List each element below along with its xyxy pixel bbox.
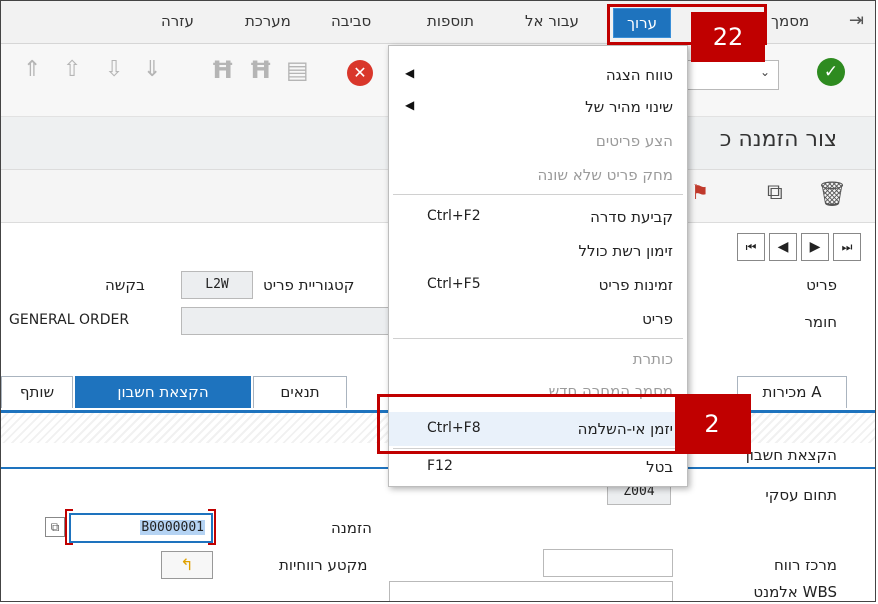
menu-item-delete-unchanged: מחק פריט שלא שונה — [389, 160, 687, 190]
menu-item-availability[interactable]: Ctrl+F5 זמינות פריט — [389, 270, 687, 300]
submenu-arrow-icon: ◀ — [405, 98, 415, 112]
menu-item-label: מחק פריט שלא שונה — [537, 166, 673, 184]
order-field-bracket-right — [208, 509, 216, 545]
menu-item-total-network[interactable]: זימון רשת כולל — [389, 236, 687, 266]
submenu-arrow-icon: ◀ — [405, 66, 415, 80]
business-area-label: תחום עסקי — [765, 486, 837, 504]
order-field-bracket-left — [65, 509, 73, 545]
chevron-down-icon[interactable]: ⌄ — [760, 65, 770, 79]
account-assignment-section-title: הקצאת חשבון — [745, 446, 837, 464]
last-page-icon[interactable]: ⇓ — [143, 57, 161, 82]
menu-item-item[interactable]: פריט — [389, 304, 687, 334]
menu-item-label: זמינות פריט — [598, 276, 673, 294]
profit-center-field[interactable] — [543, 549, 673, 577]
item-category-field[interactable]: L2W — [181, 271, 253, 299]
menu-item-label: כותרת — [632, 350, 673, 368]
previous-page-icon[interactable]: ⇧ — [63, 57, 81, 82]
cancel-icon[interactable]: ✕ — [347, 60, 373, 86]
item-label: פריט — [806, 276, 837, 294]
material-description-field[interactable] — [181, 307, 391, 335]
menu-environment[interactable]: סביבה — [331, 12, 371, 30]
menu-item-cancel[interactable]: F12 בטל — [389, 452, 687, 482]
order-value: B0000001 — [140, 520, 205, 535]
exit-icon[interactable]: ⇥ — [849, 10, 864, 31]
menu-item-label: זימון רשת כולל — [578, 242, 673, 260]
menu-shortcut: Ctrl+F5 — [427, 276, 481, 292]
general-order-text: GENERAL ORDER — [9, 312, 130, 328]
next-item-icon[interactable]: ▶ — [801, 233, 829, 261]
request-label: בקשה — [105, 276, 145, 294]
command-field[interactable]: ⌄ — [687, 60, 779, 90]
menu-item-quick-change[interactable]: ◀ שינוי מהיר של — [389, 92, 687, 122]
find-next-icon[interactable]: Ħ — [249, 56, 272, 84]
item-navigation: ⏮ ◀ ▶ ⏭ — [737, 233, 861, 263]
wbs-label: אלמנט WBS — [753, 583, 837, 601]
menu-system[interactable]: מערכת — [245, 12, 291, 30]
material-label: חומר — [804, 313, 837, 331]
wbs-field[interactable] — [389, 581, 673, 601]
menu-item-header: כותרת — [389, 344, 687, 374]
order-field[interactable]: B0000001 — [69, 513, 213, 543]
menu-item-label: טווח הצגה — [605, 66, 673, 84]
menu-document[interactable]: מסמך — [771, 12, 809, 30]
copy-icon[interactable]: ⧉ — [767, 180, 783, 205]
menu-item-label: שינוי מהיר של — [585, 98, 673, 116]
partner-icon[interactable]: ⚑ — [691, 180, 709, 204]
menu-shortcut: Ctrl+F2 — [427, 208, 481, 224]
confirm-icon[interactable]: ✓ — [817, 58, 845, 86]
menu-shortcut: F12 — [427, 458, 453, 474]
menu-goto[interactable]: עבור אל — [525, 12, 579, 30]
callout-badge-menu-step: 22 — [691, 12, 765, 62]
first-item-icon[interactable]: ⏮ — [737, 233, 765, 261]
tab-account-assignment[interactable]: הקצאת חשבון — [75, 376, 251, 408]
profit-segment-icon[interactable]: ↰ — [161, 551, 213, 579]
print-icon[interactable]: ▤ — [286, 56, 309, 84]
tab-partner[interactable]: שותף — [1, 376, 73, 408]
menu-item-label: קביעת סדרה — [590, 208, 673, 226]
order-details-icon[interactable]: ⧉ — [45, 517, 65, 537]
find-icon[interactable]: Ħ — [211, 56, 234, 84]
menu-item-label: בטל — [646, 458, 673, 476]
last-item-icon[interactable]: ⏭ — [833, 233, 861, 261]
sap-window: ⇥ מסמך ערוך עבור אל תוספות סביבה מערכת ע… — [0, 0, 876, 602]
menu-item-label: פריט — [642, 310, 673, 328]
first-page-icon[interactable]: ⇑ — [23, 57, 41, 82]
order-label: הזמנה — [331, 519, 372, 537]
delete-icon[interactable]: 🗑 — [817, 180, 847, 208]
menu-item-label: הצע פריטים — [595, 132, 673, 150]
tab-conditions[interactable]: תנאים — [253, 376, 347, 408]
tab-sales-a[interactable]: מכירות A — [737, 376, 847, 408]
menu-help[interactable]: עזרה — [161, 12, 194, 30]
menu-separator — [393, 194, 683, 195]
menu-item-set-series[interactable]: Ctrl+F2 קביעת סדרה — [389, 202, 687, 232]
next-page-icon[interactable]: ⇩ — [105, 57, 123, 82]
menu-extras[interactable]: תוספות — [427, 12, 474, 30]
menu-item-propose-items: הצע פריטים — [389, 126, 687, 156]
profit-center-label: מרכז רווח — [774, 556, 837, 574]
callout-badge-item-step: 2 — [675, 396, 749, 452]
profit-segment-label: מקטע רווחיות — [279, 556, 368, 574]
page-title: צור הזמנה כ — [719, 127, 837, 152]
menu-separator — [393, 338, 683, 339]
item-category-label: קטגוריית פריט — [263, 276, 355, 294]
previous-item-icon[interactable]: ◀ — [769, 233, 797, 261]
menu-item-display-range[interactable]: ◀ טווח הצגה — [389, 60, 687, 90]
